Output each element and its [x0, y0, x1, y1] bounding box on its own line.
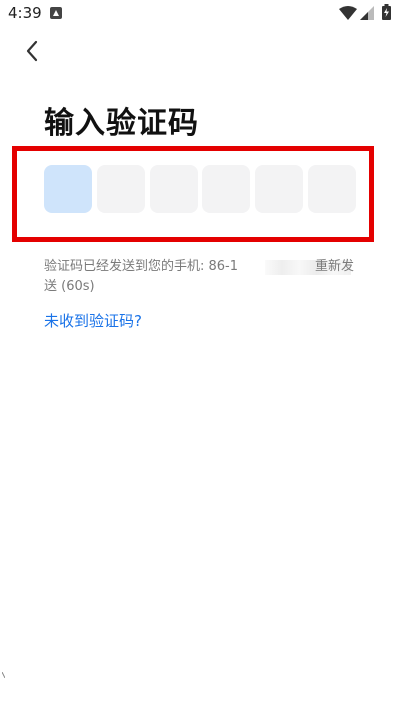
- code-digit-4[interactable]: [202, 165, 250, 213]
- back-arrow-icon[interactable]: [18, 36, 48, 66]
- code-digit-3[interactable]: [150, 165, 198, 213]
- code-digit-6[interactable]: [308, 165, 356, 213]
- notification-icon: [50, 7, 62, 19]
- wifi-icon: [339, 6, 357, 20]
- code-sent-hint: 验证码已经发送到您的手机: 86-1 重新发 送 (60s): [44, 257, 364, 297]
- battery-icon: [382, 4, 391, 20]
- code-digit-5[interactable]: [255, 165, 303, 213]
- verification-code-input[interactable]: [44, 165, 356, 213]
- resend-countdown: 重新发: [315, 259, 355, 274]
- signal-icon: [360, 6, 374, 20]
- resend-countdown-timer: 送 (60s): [44, 279, 95, 294]
- code-digit-2[interactable]: [97, 165, 145, 213]
- code-digit-1[interactable]: [44, 165, 92, 213]
- edge-marker: [2, 672, 5, 678]
- status-bar: 4:39: [0, 0, 400, 28]
- status-time: 4:39: [8, 4, 42, 22]
- page-title: 输入验证码: [44, 106, 199, 141]
- sent-to-phone-text: 验证码已经发送到您的手机: 86-1: [44, 259, 239, 274]
- no-code-received-link[interactable]: 未收到验证码?: [44, 310, 142, 331]
